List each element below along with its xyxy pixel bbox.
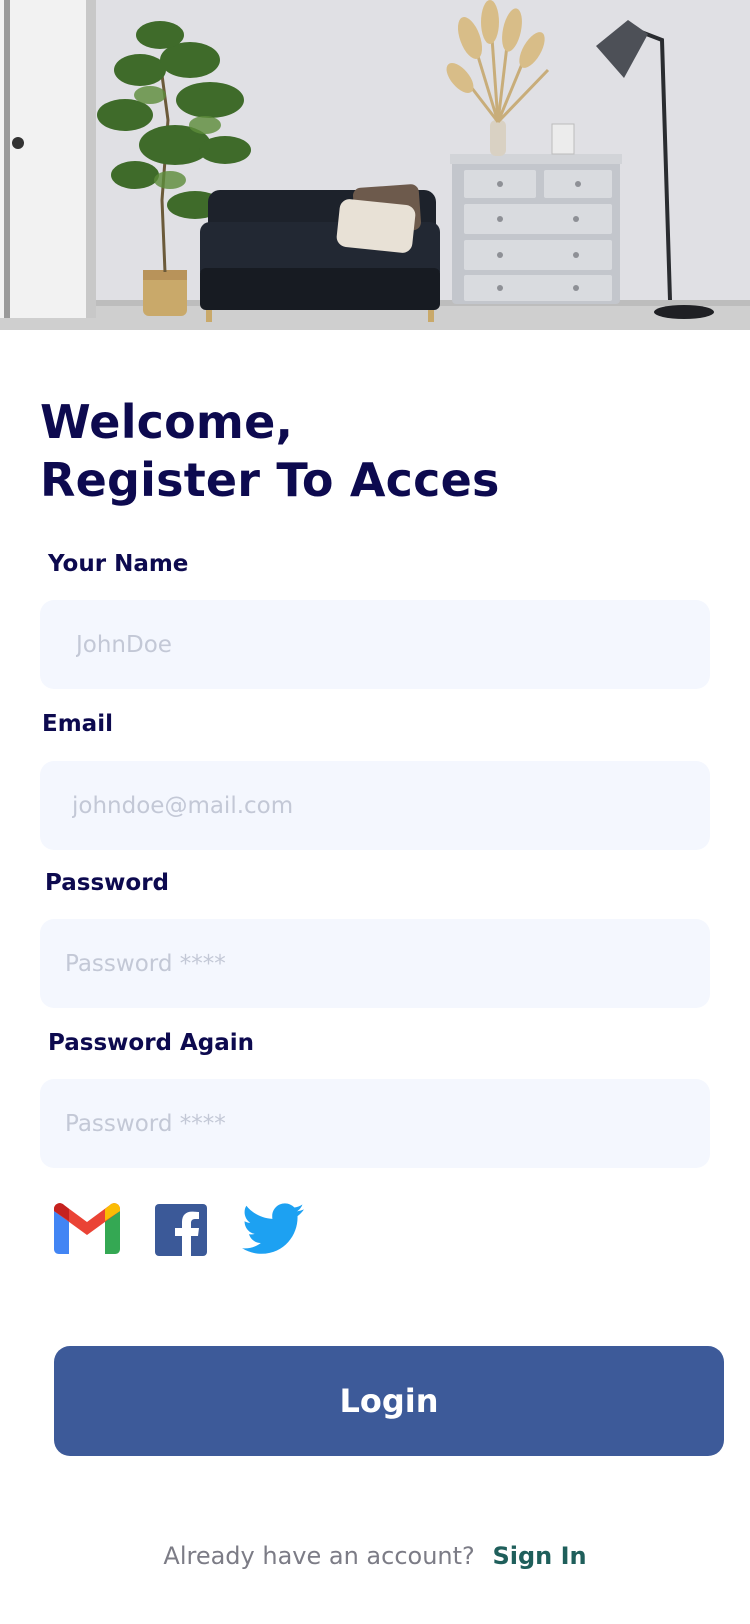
gmail-glyph (54, 1203, 120, 1254)
email-label: Email (42, 711, 113, 737)
signin-link[interactable]: Sign In (492, 1542, 586, 1570)
register-screen: Welcome, Register To Acces Your Name Ema… (0, 0, 750, 1624)
already-account-text: Already have an account? (163, 1542, 475, 1570)
password-again-input[interactable] (40, 1079, 710, 1168)
title-line-register: Register To Acces (40, 453, 500, 507)
living-room-illustration (0, 0, 750, 330)
password-input[interactable] (40, 919, 710, 1008)
hero-image (0, 0, 750, 330)
facebook-glyph (155, 1204, 207, 1256)
password-again-label: Password Again (48, 1030, 255, 1056)
page-title: Welcome, Register To Acces (40, 393, 500, 509)
title-line-welcome: Welcome, (40, 395, 294, 449)
signin-prompt: Already have an account? Sign In (0, 1536, 750, 1576)
twitter-glyph (242, 1203, 304, 1254)
gmail-icon[interactable] (52, 1202, 122, 1256)
facebook-icon[interactable] (154, 1204, 208, 1256)
name-input[interactable] (40, 600, 710, 689)
twitter-icon[interactable] (242, 1202, 304, 1256)
name-label: Your Name (48, 551, 189, 577)
email-input[interactable] (40, 761, 710, 850)
password-label: Password (45, 870, 169, 896)
login-button[interactable]: Login (54, 1346, 724, 1456)
